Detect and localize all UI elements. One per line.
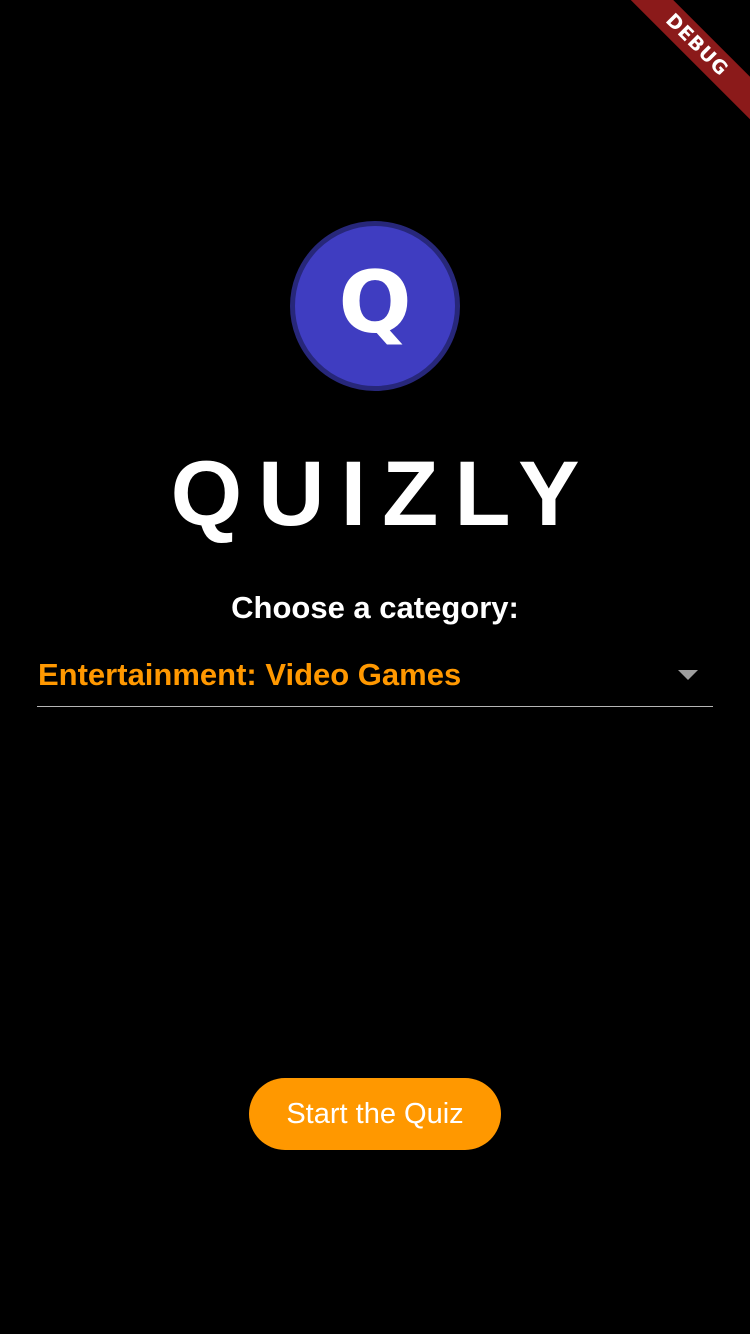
debug-banner: DEBUG [610,0,750,140]
category-selected-value: Entertainment: Video Games [38,657,462,692]
start-quiz-button[interactable]: Start the Quiz [249,1078,501,1150]
dropdown-arrow-icon [678,670,698,680]
debug-banner-label: DEBUG [619,0,750,123]
quiz-logo-icon: Q [290,221,460,391]
category-dropdown[interactable]: Entertainment: Video Games [37,648,713,707]
app-title: QUIZLY [170,443,596,545]
logo-letter: Q [338,253,412,353]
category-prompt: Choose a category: [231,590,519,625]
